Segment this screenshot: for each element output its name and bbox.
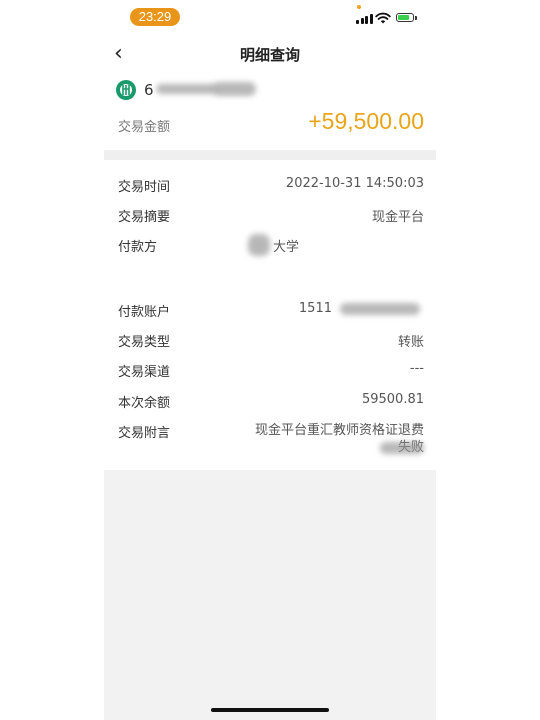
detail-label: 付款账户 bbox=[118, 305, 171, 320]
home-indicator[interactable] bbox=[211, 708, 329, 712]
nav-bar: ‹ 明细查询 bbox=[104, 38, 436, 70]
detail-row-memo: 交易附言 现金平台重汇教师资格证退费失败 bbox=[118, 420, 424, 460]
detail-value: 大学 bbox=[273, 240, 300, 255]
detail-label: 付款方 bbox=[118, 240, 158, 255]
detail-row-summary: 交易摘要 现金平台 bbox=[118, 204, 424, 226]
redaction-blur bbox=[340, 303, 420, 315]
empty-area bbox=[104, 470, 436, 720]
detail-value: --- bbox=[409, 361, 424, 376]
redaction-blur bbox=[248, 234, 270, 256]
battery-nub bbox=[415, 16, 417, 20]
detail-row-time: 交易时间 2022-10-31 14:50:03 bbox=[118, 174, 424, 196]
detail-row-balance: 本次余额 59500.81 bbox=[118, 390, 424, 412]
account-number: 6 bbox=[144, 81, 154, 99]
section-divider bbox=[104, 150, 436, 160]
detail-value: 1511 bbox=[298, 301, 332, 316]
detail-row-payer: 付款方 大学 bbox=[118, 234, 424, 256]
detail-value: 59500.81 bbox=[361, 392, 424, 407]
amount-label: 交易金额 bbox=[118, 120, 171, 135]
page-title: 明细查询 bbox=[239, 46, 300, 64]
redaction-blur bbox=[380, 442, 424, 454]
detail-value: 转账 bbox=[397, 335, 424, 350]
detail-label: 交易摘要 bbox=[118, 210, 171, 225]
amount-value: +59,500.00 bbox=[308, 108, 424, 134]
cellular-signal-icon bbox=[356, 14, 373, 24]
account-row: 6 bbox=[116, 80, 436, 102]
abc-bank-logo-icon bbox=[116, 80, 136, 100]
detail-label: 本次余额 bbox=[118, 396, 171, 411]
detail-value: 现金平台 bbox=[371, 210, 424, 225]
detail-value: 2022-10-31 14:50:03 bbox=[285, 176, 424, 191]
detail-label: 交易渠道 bbox=[118, 365, 171, 380]
redaction-blur bbox=[212, 82, 256, 96]
status-bar: 23:29 bbox=[0, 0, 540, 34]
detail-row-payer-account: 付款账户 1511 bbox=[118, 299, 424, 321]
privacy-indicator-icon bbox=[357, 5, 361, 9]
redaction-blur bbox=[156, 84, 216, 94]
detail-label: 交易时间 bbox=[118, 180, 171, 195]
amount-row: 交易金额 +59,500.00 bbox=[118, 108, 424, 142]
battery-icon bbox=[396, 13, 414, 22]
detail-label: 交易附言 bbox=[118, 426, 171, 441]
status-time: 23:29 bbox=[130, 8, 180, 26]
detail-label: 交易类型 bbox=[118, 335, 171, 350]
detail-row-type: 交易类型 转账 bbox=[118, 329, 424, 351]
wifi-icon bbox=[375, 12, 391, 24]
detail-row-channel: 交易渠道 --- bbox=[118, 359, 424, 381]
